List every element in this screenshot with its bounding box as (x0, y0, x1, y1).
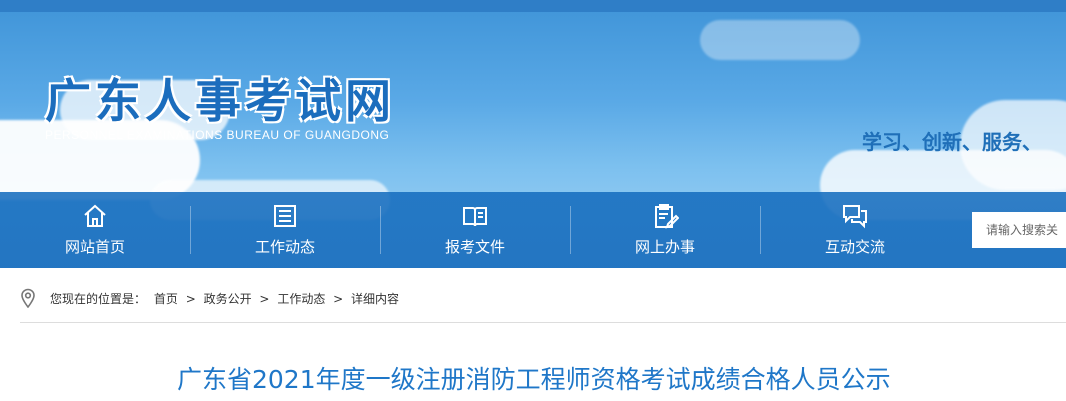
breadcrumb-link-government-affairs[interactable]: 政务公开 (204, 292, 252, 306)
nav-item-work-news[interactable]: 工作动态 (190, 192, 380, 268)
news-list-icon (274, 205, 296, 227)
breadcrumb-prefix: 您现在的位置是： (50, 292, 147, 306)
breadcrumb-separator: > (259, 292, 270, 306)
location-pin-icon (21, 288, 35, 308)
site-header: 广东人事考试网 PERSONNEL EXAMINATIONS BUREAU OF… (0, 0, 1066, 268)
nav-item-label: 网站首页 (64, 238, 125, 256)
breadcrumb-link-home[interactable]: 首页 (154, 292, 178, 306)
breadcrumb: 您现在的位置是： 首页 > 政务公开 > 工作动态 > 详细内容 (20, 286, 1066, 312)
search-input[interactable] (972, 212, 1066, 248)
open-book-icon (463, 207, 487, 227)
main-nav: 网站首页 工作动态 报考文件 网上办事 互动交流 (0, 192, 1066, 268)
site-logo-subtitle: PERSONNEL EXAMINATIONS BUREAU OF GUANGDO… (45, 128, 390, 142)
nav-item-label: 网上办事 (634, 238, 695, 256)
article-title: 广东省2021年度一级注册消防工程师资格考试成绩合格人员公示 (177, 365, 891, 394)
breadcrumb-trail: 您现在的位置是： 首页 > 政务公开 > 工作动态 > 详细内容 (50, 290, 403, 307)
breadcrumb-divider (20, 322, 1066, 323)
header-top-strip (0, 0, 1066, 12)
breadcrumb-current: 详细内容 (351, 292, 400, 306)
breadcrumb-separator: > (333, 292, 344, 306)
nav-item-label: 工作动态 (254, 238, 315, 256)
cloud-decoration (700, 20, 860, 60)
nav-item-label: 报考文件 (444, 238, 505, 256)
home-icon (84, 204, 106, 227)
site-logo-title[interactable]: 广东人事考试网 (45, 65, 395, 131)
nav-item-label: 互动交流 (824, 238, 885, 256)
breadcrumb-separator: > (185, 292, 196, 306)
clipboard-edit-icon (655, 204, 679, 229)
chat-bubbles-icon (843, 205, 867, 229)
nav-item-home[interactable]: 网站首页 (0, 192, 190, 268)
breadcrumb-link-work-news[interactable]: 工作动态 (277, 292, 325, 306)
nav-item-exam-documents[interactable]: 报考文件 (380, 192, 570, 268)
nav-item-interaction[interactable]: 互动交流 (760, 192, 950, 268)
nav-item-online-services[interactable]: 网上办事 (570, 192, 760, 268)
site-slogan: 学习、创新、服务、 (862, 130, 1042, 154)
